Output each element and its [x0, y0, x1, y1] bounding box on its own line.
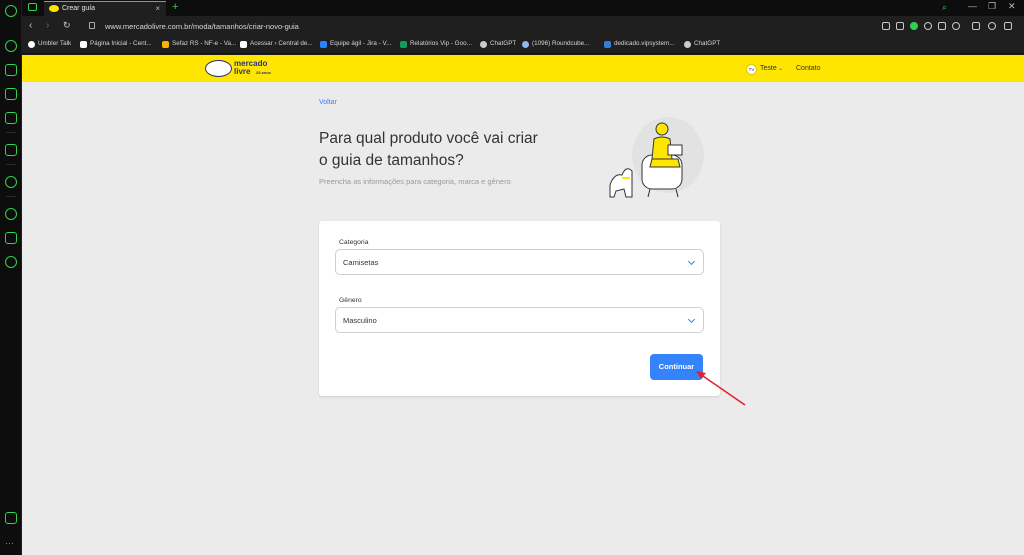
- tab-crear-guia[interactable]: Crear guía ×: [44, 1, 166, 16]
- site-header: mercado livre 25 anos TV Teste ⌄ Contato: [22, 55, 1024, 82]
- bookmark-item[interactable]: Página Inicial - Cent...: [80, 40, 152, 48]
- shopping-bag-icon[interactable]: [5, 64, 17, 76]
- bookmark-item[interactable]: Sefaz RS - NF-e - Va...: [162, 40, 236, 48]
- mercadolivre-favicon-icon: [49, 5, 59, 12]
- person-with-dog-illustration: [609, 117, 704, 198]
- restore-icon[interactable]: ❐: [988, 1, 996, 12]
- logo-text: livre: [234, 67, 251, 76]
- vpn-icon[interactable]: [924, 22, 932, 30]
- sefaz-icon: [162, 41, 169, 48]
- chevron-down-icon[interactable]: ⌄: [778, 65, 783, 72]
- extensions-icon[interactable]: [972, 22, 980, 30]
- chevron-down-icon: [687, 315, 696, 324]
- sheets-icon: [400, 41, 407, 48]
- user-menu[interactable]: Teste: [760, 65, 777, 72]
- dedicado-icon: [604, 41, 611, 48]
- cube-icon[interactable]: [5, 232, 17, 244]
- sidebar-divider: [6, 164, 16, 165]
- bookmark-item[interactable]: ChatGPT: [480, 40, 516, 48]
- shield-icon[interactable]: [910, 22, 918, 30]
- bookmarks-bar: Umbler Talk Página Inicial - Cent... Sef…: [22, 37, 1024, 54]
- guide-form-card: Categoria Camisetas Gênero Masculino Con…: [319, 221, 720, 396]
- page-content: mercado livre 25 anos TV Teste ⌄ Contato…: [22, 55, 1024, 555]
- minimize-icon[interactable]: —: [968, 1, 977, 11]
- url-field[interactable]: www.mercadolivre.com.br/moda/tamanhos/cr…: [105, 22, 299, 31]
- opera-logo-icon[interactable]: [5, 5, 17, 17]
- history-icon[interactable]: [5, 208, 17, 220]
- player-icon[interactable]: [5, 176, 17, 188]
- bookmark-item[interactable]: Equipe ágil - Jira - V...: [320, 40, 391, 48]
- more-icon[interactable]: ···: [5, 538, 14, 548]
- openai-icon: [684, 41, 691, 48]
- bookmark-item[interactable]: ChatGPT: [684, 40, 720, 48]
- back-icon[interactable]: ‹: [29, 20, 32, 31]
- chat-icon: [28, 41, 35, 48]
- back-link[interactable]: Voltar: [319, 99, 337, 106]
- speed-dial-icon[interactable]: [5, 40, 17, 52]
- send-icon[interactable]: [938, 22, 946, 30]
- chevron-down-icon: [687, 257, 696, 266]
- mail-icon: [80, 41, 87, 48]
- avatar[interactable]: TV: [746, 64, 757, 75]
- reload-icon[interactable]: ↻: [63, 20, 71, 31]
- logo-badge: 25 anos: [256, 70, 271, 75]
- gender-value: Masculino: [343, 316, 377, 325]
- twitch-icon[interactable]: [5, 88, 17, 100]
- roundcube-icon: [522, 41, 529, 48]
- mail-icon: [240, 41, 247, 48]
- browser-sidebar: ···: [0, 0, 22, 555]
- mercadolivre-logo[interactable]: mercado livre 25 anos: [205, 59, 277, 79]
- bookmark-item[interactable]: Relatórios Vip - Goo...: [400, 40, 472, 48]
- address-bar: ‹ › ↻ www.mercadolivre.com.br/moda/taman…: [22, 16, 1024, 37]
- camera-icon[interactable]: [896, 22, 904, 30]
- forward-icon[interactable]: ›: [46, 20, 49, 31]
- profile-icon[interactable]: [988, 22, 996, 30]
- workspace-icon[interactable]: [28, 3, 37, 11]
- sidebar-divider: [6, 132, 16, 133]
- calendar-icon[interactable]: [5, 112, 17, 124]
- category-value: Camisetas: [343, 258, 379, 267]
- page-title: Para qual produto você vai criar o guia …: [319, 130, 538, 169]
- settings-icon[interactable]: [5, 256, 17, 268]
- continue-button[interactable]: Continuar: [650, 354, 703, 380]
- bookmark-item[interactable]: dedicado.vipsystem...: [604, 40, 675, 48]
- tab-title: Crear guía: [62, 5, 96, 12]
- search-tabs-icon[interactable]: ⌕: [942, 2, 947, 13]
- gender-label: Gênero: [339, 297, 362, 304]
- page-subtitle: Preencha as informações para categoria, …: [319, 177, 511, 186]
- snapshot-icon[interactable]: [882, 22, 890, 30]
- close-window-icon[interactable]: ✕: [1008, 1, 1016, 12]
- category-label: Categoria: [339, 239, 369, 246]
- download-icon[interactable]: [1004, 22, 1012, 30]
- wallpaper-icon[interactable]: [5, 512, 17, 524]
- close-tab-icon[interactable]: ×: [155, 4, 160, 13]
- handshake-icon: [205, 60, 232, 77]
- bookmark-item[interactable]: (1096) Roundcube...: [522, 40, 589, 48]
- new-tab-icon[interactable]: +: [172, 1, 178, 13]
- browser-window: ··· Crear guía × + ⌕ — ❐ ✕ ‹ › ↻ www.mer…: [0, 0, 1024, 555]
- tab-strip: Crear guía × + ⌕ — ❐ ✕: [22, 0, 1024, 16]
- openai-icon: [480, 41, 487, 48]
- flame-icon[interactable]: [5, 144, 17, 156]
- bookmark-item[interactable]: Acessar › Central de...: [240, 40, 313, 48]
- heart-icon[interactable]: [952, 22, 960, 30]
- category-select[interactable]: Camisetas: [335, 249, 704, 275]
- contact-link[interactable]: Contato: [796, 65, 821, 72]
- bookmark-item[interactable]: Umbler Talk: [28, 40, 71, 48]
- sidebar-divider: [6, 196, 16, 197]
- gender-select[interactable]: Masculino: [335, 307, 704, 333]
- lock-icon[interactable]: [89, 22, 95, 29]
- jira-icon: [320, 41, 327, 48]
